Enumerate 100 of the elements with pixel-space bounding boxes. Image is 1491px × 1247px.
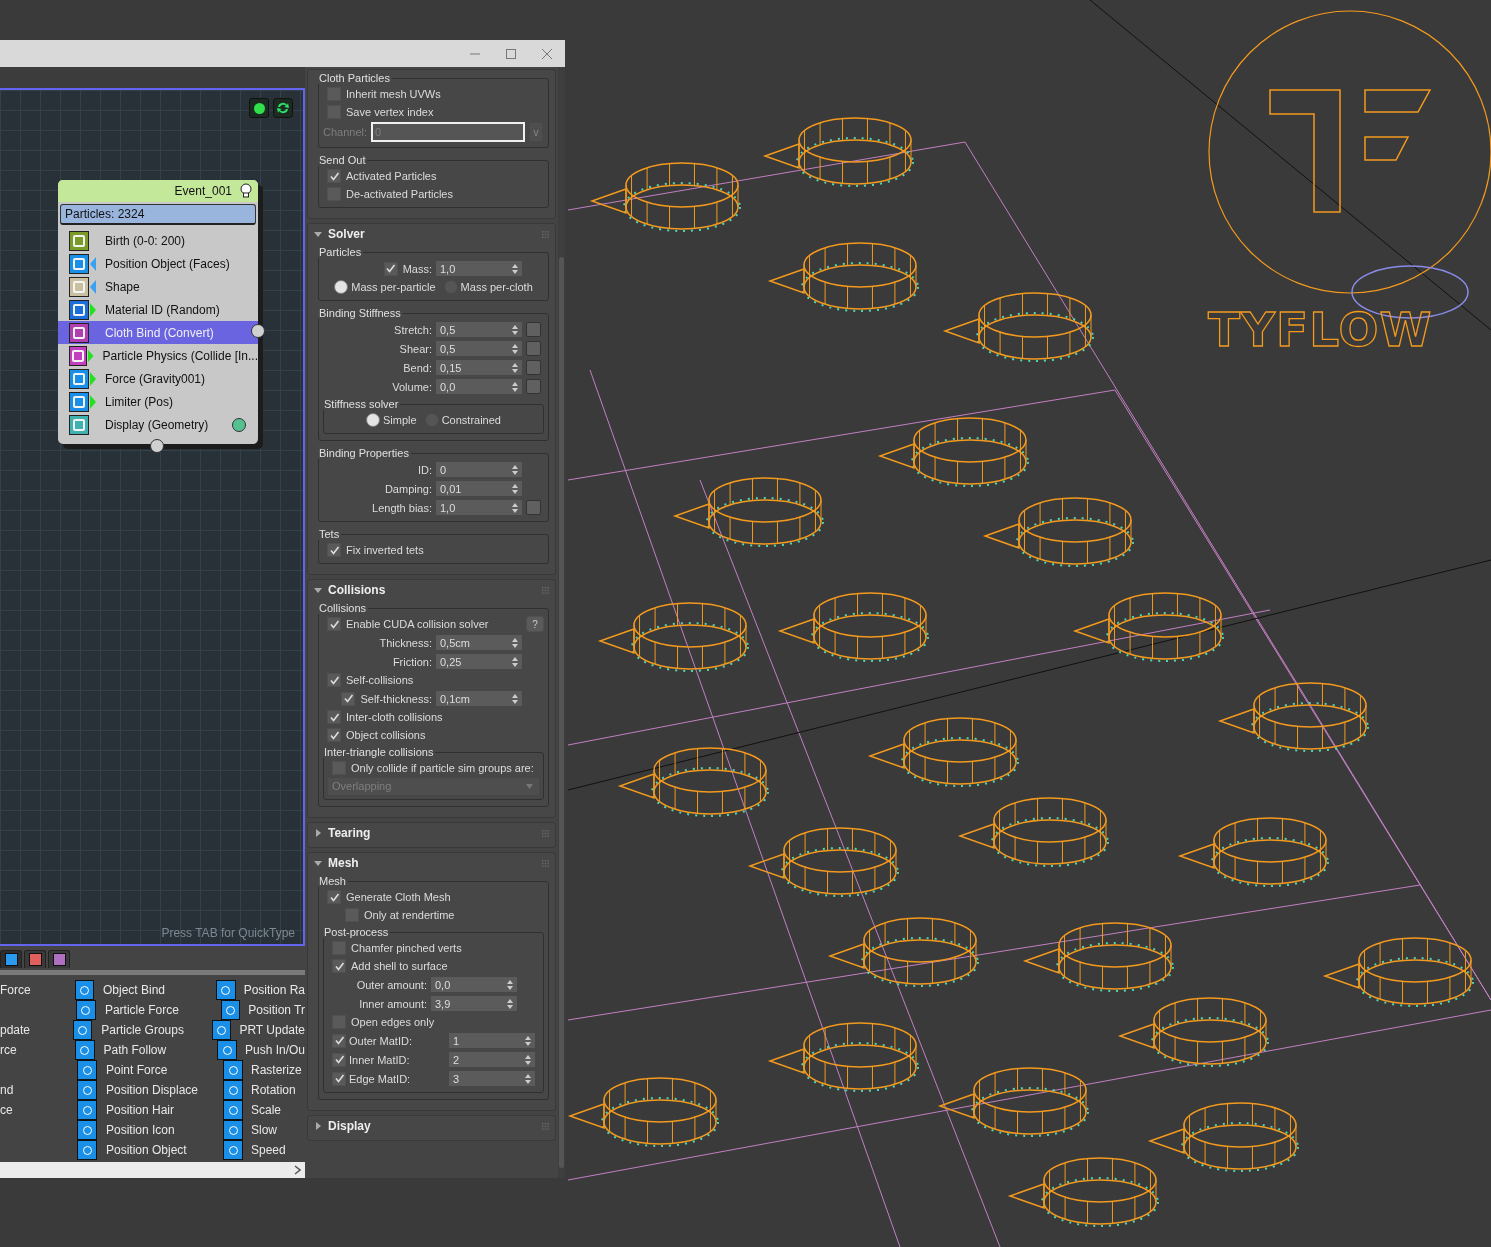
radio-label[interactable]: Simple xyxy=(383,414,417,426)
spinner-field[interactable]: 0 xyxy=(436,462,522,477)
node-canvas[interactable] xyxy=(0,88,305,946)
rollout-header[interactable]: Mesh xyxy=(308,853,555,873)
checkbox-label[interactable]: Object collisions xyxy=(346,729,426,741)
spinner-arrows-icon[interactable] xyxy=(512,263,518,274)
light-bulb-icon[interactable] xyxy=(240,183,252,199)
spinner-field[interactable]: 0,0 xyxy=(436,379,522,394)
checkbox-label[interactable]: Open edges only xyxy=(351,1016,435,1028)
horizontal-scrollbar[interactable] xyxy=(0,1162,305,1178)
spinner-field[interactable]: 2 xyxy=(449,1052,535,1067)
radio-button[interactable] xyxy=(366,413,380,427)
grip-icon[interactable] xyxy=(542,586,549,594)
operator-list-item[interactable]: nd xyxy=(0,1083,14,1097)
operator-list-item[interactable]: Position Icon xyxy=(106,1123,223,1137)
close-icon[interactable] xyxy=(541,47,553,60)
spinner-arrows-icon[interactable] xyxy=(512,483,518,494)
operator-list-item[interactable]: Rotation xyxy=(251,1083,296,1097)
rollout-header[interactable]: Collisions xyxy=(308,580,555,600)
grip-icon[interactable] xyxy=(542,829,549,837)
spinner-field[interactable]: 3 xyxy=(449,1071,535,1086)
operator-row[interactable]: Display (Geometry) xyxy=(58,413,258,436)
checkbox[interactable] xyxy=(332,1071,346,1086)
spinner-field[interactable]: 0,5 xyxy=(436,341,522,356)
spinner-arrows-icon[interactable] xyxy=(512,464,518,475)
checkbox[interactable] xyxy=(332,1052,346,1067)
checkbox[interactable] xyxy=(332,959,346,973)
checkbox[interactable] xyxy=(327,890,341,904)
status-dot-button[interactable] xyxy=(249,98,269,118)
category-tab[interactable] xyxy=(24,950,46,968)
spinner-arrows-icon[interactable] xyxy=(512,693,518,704)
operator-row[interactable]: Cloth Bind (Convert) xyxy=(58,321,258,344)
operator-list-item[interactable]: Speed xyxy=(251,1143,286,1157)
checkbox[interactable] xyxy=(327,710,341,724)
checkbox-label[interactable]: Enable CUDA collision solver xyxy=(346,618,489,630)
operator-list-item[interactable]: Point Force xyxy=(106,1063,223,1077)
operator-row[interactable]: Position Object (Faces) xyxy=(58,252,258,275)
spinner-arrows-icon[interactable] xyxy=(507,979,513,990)
category-tab[interactable] xyxy=(48,950,70,968)
spinner-arrows-icon[interactable] xyxy=(512,656,518,667)
checkbox-label[interactable]: Self-collisions xyxy=(346,674,414,686)
checkbox[interactable] xyxy=(341,691,356,706)
operator-row[interactable]: Force (Gravity001) xyxy=(58,367,258,390)
operator-list-item[interactable]: PRT Update xyxy=(239,1023,305,1037)
spinner-field[interactable]: 3,9 xyxy=(431,996,517,1011)
checkbox-label[interactable]: De-activated Particles xyxy=(346,188,453,200)
checkbox-label[interactable]: Only collide if particle sim groups are: xyxy=(351,762,534,774)
spinner-arrows-icon[interactable] xyxy=(512,637,518,648)
operator-row[interactable]: Limiter (Pos) xyxy=(58,390,258,413)
spinner-field[interactable]: 0,5cm xyxy=(436,635,522,650)
operator-list-item[interactable]: Force xyxy=(0,983,31,997)
spinner-arrows-icon[interactable] xyxy=(512,502,518,513)
operator-list-item[interactable]: Particle Force xyxy=(104,1003,221,1017)
grip-icon[interactable] xyxy=(542,1122,549,1130)
checkbox[interactable] xyxy=(332,1033,346,1048)
checkbox-label[interactable]: Add shell to surface xyxy=(351,960,448,972)
input-socket[interactable] xyxy=(150,439,164,453)
checkbox[interactable] xyxy=(327,673,341,687)
spinner-arrows-icon[interactable] xyxy=(525,1035,531,1046)
spinner-field[interactable]: 1,0 xyxy=(436,500,522,515)
spinner-field[interactable]: 0,1cm xyxy=(436,691,522,706)
operator-list-item[interactable]: Scale xyxy=(251,1103,282,1117)
checkbox-label[interactable]: Activated Particles xyxy=(346,170,437,182)
checkbox-label[interactable]: Inherit mesh UVWs xyxy=(346,88,441,100)
spinner-arrows-icon[interactable] xyxy=(512,343,518,354)
spinner-field[interactable]: 1 xyxy=(449,1033,535,1048)
checkbox-label[interactable]: Inter-cloth collisions xyxy=(346,711,443,723)
operator-list-item[interactable]: Particle Groups xyxy=(101,1023,213,1037)
operator-list-item[interactable]: Position Hair xyxy=(106,1103,223,1117)
radio-label[interactable]: Mass per-particle xyxy=(351,281,436,293)
spinner-arrows-icon[interactable] xyxy=(512,381,518,392)
checkbox[interactable] xyxy=(327,169,341,183)
operator-row[interactable]: Particle Physics (Collide [In... xyxy=(58,344,258,367)
help-button[interactable]: ? xyxy=(526,616,544,632)
checkbox-label[interactable]: Save vertex index xyxy=(346,106,434,118)
checkbox-label[interactable]: Only at rendertime xyxy=(364,909,455,921)
chevron-right-icon[interactable] xyxy=(294,1165,301,1175)
spinner-arrows-icon[interactable] xyxy=(525,1054,531,1065)
vertical-scrollbar[interactable] xyxy=(558,67,565,1178)
rollout-header[interactable]: Display xyxy=(308,1116,555,1136)
checkbox[interactable] xyxy=(327,617,341,631)
maximize-icon[interactable] xyxy=(505,47,517,60)
radio-label[interactable]: Mass per-cloth xyxy=(460,281,533,293)
operator-list-item[interactable]: Position Tr xyxy=(248,1003,305,1017)
operator-list-item[interactable]: Position Object xyxy=(106,1143,223,1157)
checkbox[interactable] xyxy=(327,543,341,557)
spinner-field[interactable]: 1,0 xyxy=(436,261,522,276)
checkbox-label[interactable]: Generate Cloth Mesh xyxy=(346,891,451,903)
rollout-header[interactable]: Tearing xyxy=(308,823,555,843)
spinner-arrows-icon[interactable] xyxy=(525,1073,531,1084)
operator-row[interactable]: Birth (0-0: 200) xyxy=(58,229,258,252)
grip-icon[interactable] xyxy=(542,230,549,238)
spinner-arrows-icon[interactable] xyxy=(512,362,518,373)
radio-label[interactable]: Constrained xyxy=(441,414,501,426)
operator-row[interactable]: Shape xyxy=(58,275,258,298)
checkbox-label[interactable]: Fix inverted tets xyxy=(346,544,424,556)
refresh-icon[interactable] xyxy=(273,98,293,118)
operator-list-item[interactable]: Push In/Ou xyxy=(244,1043,305,1057)
3d-viewport[interactable]: TYFLOW xyxy=(565,0,1491,1247)
operator-list-item[interactable]: Path Follow xyxy=(103,1043,218,1057)
